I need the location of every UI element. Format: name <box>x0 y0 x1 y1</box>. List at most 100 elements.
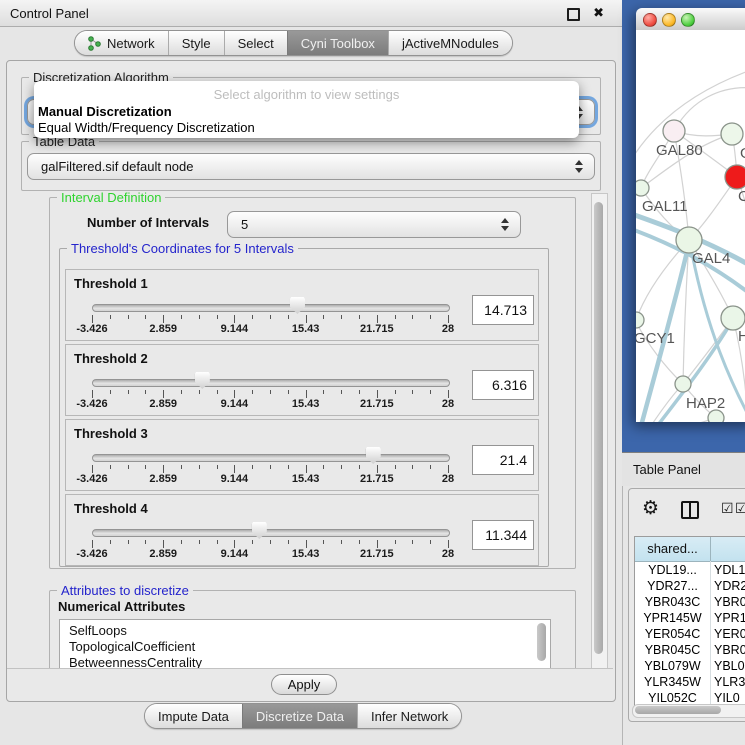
table-cell: YER054C <box>635 626 710 642</box>
table-row[interactable]: YPR145WYPR1 <box>635 610 745 626</box>
threshold-slider-track[interactable] <box>92 529 450 537</box>
threshold-slider-track[interactable] <box>92 304 450 312</box>
tick-label: 21.715 <box>360 323 394 335</box>
tick-mark <box>181 540 182 544</box>
network-node-gcy1[interactable] <box>636 312 644 328</box>
apply-button[interactable]: Apply <box>271 674 337 695</box>
network-window-titlebar[interactable] <box>636 8 745 31</box>
tick-mark <box>377 465 378 473</box>
settings-scroll-area: Interval Definition Number of Intervals … <box>7 191 591 668</box>
num-intervals-combobox[interactable]: 5 <box>227 211 521 238</box>
tab-impute-data[interactable]: Impute Data <box>145 704 242 728</box>
tick-mark <box>341 540 342 544</box>
tick-mark <box>145 315 146 319</box>
checkbox-icon[interactable]: ☑ <box>735 500 745 517</box>
tab-discretize-data[interactable]: Discretize Data <box>242 704 357 728</box>
tick-mark <box>128 315 129 319</box>
threshold-value-field[interactable]: 6.316 <box>472 370 534 400</box>
settings-scrollbar[interactable] <box>591 193 608 669</box>
tick-label: 2.859 <box>149 473 177 485</box>
network-node-c[interactable] <box>725 165 745 189</box>
tick-mark <box>234 465 235 473</box>
tab-cyni-toolbox[interactable]: Cyni Toolbox <box>287 31 388 55</box>
threshold-value-field[interactable]: 21.4 <box>472 445 534 475</box>
attribute-item-selfloops[interactable]: SelfLoops <box>69 623 550 639</box>
zoom-button[interactable] <box>681 13 695 27</box>
float-window-icon[interactable] <box>567 8 580 21</box>
close-icon[interactable]: ✖ <box>593 5 604 21</box>
tick-mark <box>110 540 111 544</box>
network-node-gal11[interactable] <box>636 180 649 196</box>
tick-mark <box>430 315 431 319</box>
column-layout-icon[interactable] <box>681 501 699 519</box>
tab-style[interactable]: Style <box>168 31 224 55</box>
table-row[interactable]: YBR045CYBR0 <box>635 642 745 658</box>
column-header-1[interactable]: shared... <box>635 537 711 562</box>
tab-select[interactable]: Select <box>224 31 287 55</box>
attribute-item-betweennesscentrality[interactable]: BetweennessCentrality <box>69 655 550 668</box>
table-hscrollbar[interactable] <box>632 704 745 718</box>
table-row[interactable]: YDL19...YDL1 <box>635 562 745 578</box>
table-cell: YLR345W <box>635 674 710 690</box>
column-header-2[interactable]: n... <box>711 537 745 562</box>
table-row[interactable]: YBR043CYBR0 <box>635 594 745 610</box>
table-row[interactable]: YER054CYER0 <box>635 626 745 642</box>
checkbox-icon[interactable]: ☑ <box>721 500 734 517</box>
tick-label: 9.144 <box>221 323 249 335</box>
table-cell: YBL079W <box>635 658 710 674</box>
attribute-item-topologicalcoefficient[interactable]: TopologicalCoefficient <box>69 639 550 655</box>
node-label: GAL4 <box>692 250 730 267</box>
node-label: GA <box>740 145 745 162</box>
network-node[interactable] <box>708 410 724 422</box>
tick-mark <box>430 390 431 394</box>
tick-label: 28 <box>442 548 454 560</box>
threshold-slider-track[interactable] <box>92 454 450 462</box>
tab-network[interactable]: Network <box>75 31 168 55</box>
minimize-button[interactable] <box>662 13 676 27</box>
tick-label: -3.426 <box>76 398 107 410</box>
numerical-attributes-list[interactable]: SelfLoopsTopologicalCoefficientBetweenne… <box>59 619 551 668</box>
table-panel: ⚙ ☑ ☑ shared...n... YDL19...YDL1YDR27...… <box>628 488 745 722</box>
gear-icon[interactable]: ⚙ <box>642 497 659 520</box>
threshold-label: Threshold 3 <box>74 426 148 441</box>
tick-mark <box>110 465 111 469</box>
table-data-combobox[interactable]: galFiltered.sif default node <box>27 153 595 180</box>
combo-stepper-icon <box>501 218 509 231</box>
tick-label: 2.859 <box>149 398 177 410</box>
tick-mark <box>128 540 129 544</box>
table-cell: YDR27... <box>635 578 710 594</box>
tick-mark <box>270 465 271 469</box>
network-node-gal80[interactable] <box>663 120 685 142</box>
tick-mark <box>377 540 378 548</box>
threshold-value-field[interactable]: 14.713 <box>472 295 534 325</box>
close-button[interactable] <box>643 13 657 27</box>
tick-mark <box>341 315 342 319</box>
network-node-ga[interactable] <box>721 123 743 145</box>
tick-mark <box>448 465 449 473</box>
tick-label: -3.426 <box>76 323 107 335</box>
slider-ticks <box>92 540 449 549</box>
tick-mark <box>306 465 307 473</box>
tick-mark <box>288 465 289 469</box>
tick-label: 9.144 <box>221 398 249 410</box>
table-row[interactable]: YBL079WYBL0 <box>635 658 745 674</box>
node-label: GAL11 <box>642 198 688 215</box>
bottom-tab-bar: Impute DataDiscretize Data Infer Network <box>144 703 462 729</box>
threshold-slider-track[interactable] <box>92 379 450 387</box>
threshold-value-field[interactable]: 11.344 <box>472 520 534 550</box>
tab-cyni-toolbox-label: Cyni Toolbox <box>301 36 375 51</box>
tick-mark <box>395 540 396 544</box>
tab-infer-network[interactable]: Infer Network <box>357 704 461 728</box>
network-node-hap2[interactable] <box>675 376 691 392</box>
network-node-h[interactable] <box>721 306 745 330</box>
table-row[interactable]: YDR27...YDR2 <box>635 578 745 594</box>
tick-mark <box>306 390 307 398</box>
tab-infer-network-label: Infer Network <box>371 709 448 724</box>
dropdown-item-manual-discretization[interactable]: Manual Discretization <box>38 104 172 119</box>
network-view[interactable]: GAL80GACGAL11GAL4GCY1HHAP2 <box>636 30 745 422</box>
dropdown-item-equal-width-frequency-discretization[interactable]: Equal Width/Frequency Discretization <box>38 120 255 135</box>
table-row[interactable]: YLR345WYLR3 <box>635 674 745 690</box>
attributes-scrollbar[interactable] <box>536 621 548 667</box>
algorithm-dropdown: Select algorithm to view settings Manual… <box>34 81 579 138</box>
tab-jactivemnodules[interactable]: jActiveMNodules <box>388 31 512 55</box>
